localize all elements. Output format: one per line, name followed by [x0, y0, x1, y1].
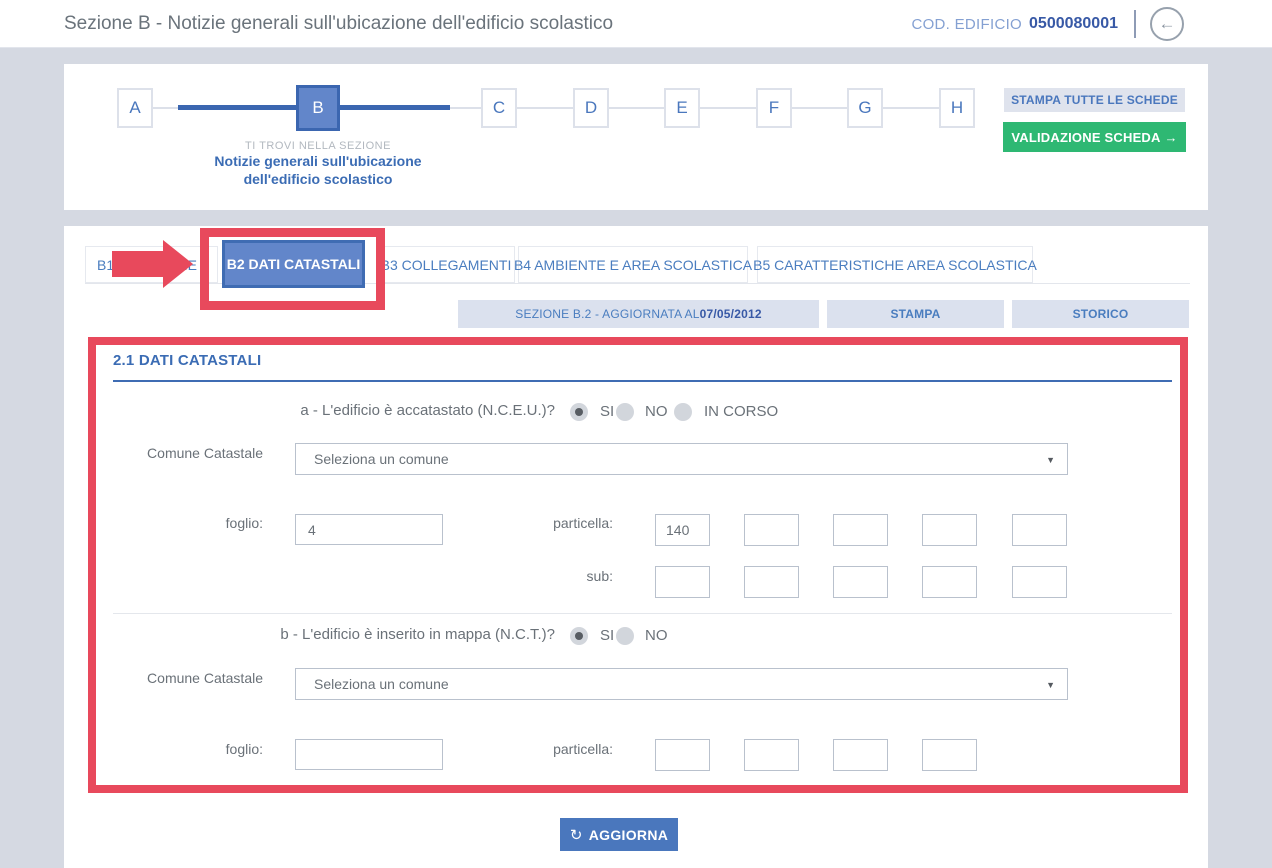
foglio-a-label: foglio:	[113, 515, 263, 531]
particella-a-input-5[interactable]	[1012, 514, 1067, 546]
stepper-section-title-line2: dell'edificio scolastico	[244, 171, 393, 187]
tab-b1-label-start: B1	[97, 257, 114, 273]
step-g[interactable]: G	[847, 88, 883, 128]
sub-input-5[interactable]	[1012, 566, 1067, 598]
tab-b1-label-end-fragment: NE	[178, 257, 197, 273]
radio-b-no-label: NO	[645, 627, 668, 644]
particella-b-input-4[interactable]	[922, 739, 977, 771]
form-section-title: 2.1 DATI CATASTALI	[113, 352, 261, 369]
particella-a-input-2[interactable]	[744, 514, 799, 546]
building-code-label: COD. EDIFICIO	[911, 16, 1022, 33]
radio-a-si[interactable]	[570, 403, 588, 421]
chevron-down-icon: ▼	[1046, 455, 1055, 465]
stepper-panel: A B C D E F G H TI TROVI NELLA SEZIONE N…	[64, 64, 1208, 210]
back-button[interactable]: ←	[1150, 7, 1184, 41]
particella-b-input-3[interactable]	[833, 739, 888, 771]
step-h[interactable]: H	[939, 88, 975, 128]
tab-b5-caratteristiche[interactable]: B5 CARATTERISTICHE AREA SCOLASTICA	[757, 246, 1033, 283]
vertical-divider	[1134, 10, 1136, 38]
radio-b-si[interactable]	[570, 627, 588, 645]
stepper-section-title-line1: Notizie generali sull'ubicazione	[214, 153, 421, 169]
section-updated-text: SEZIONE B.2 - AGGIORNATA AL	[515, 307, 699, 321]
particella-b-input-2[interactable]	[744, 739, 799, 771]
arrow-right-icon: →	[1164, 130, 1177, 145]
foglio-b-input[interactable]	[295, 739, 443, 770]
comune-b-selected-value: Seleziona un comune	[314, 676, 449, 692]
step-b[interactable]: B	[296, 85, 340, 131]
section-updated-button[interactable]: SEZIONE B.2 - AGGIORNATA AL 07/05/2012	[458, 300, 819, 328]
tab-b4-ambiente[interactable]: B4 AMBIENTE E AREA SCOLASTICA	[518, 246, 748, 283]
top-bar: Sezione B - Notizie generali sull'ubicaz…	[0, 0, 1272, 48]
particella-a-label: particella:	[440, 515, 613, 531]
radio-a-incorso[interactable]	[674, 403, 692, 421]
particella-a-input-4[interactable]	[922, 514, 977, 546]
back-arrow-icon: ←	[1159, 14, 1176, 33]
tab-b3-collegamenti[interactable]: B3 COLLEGAMENTI	[377, 246, 515, 283]
tab-b2-dati-catastali[interactable]: B2 DATI CATASTALI	[222, 240, 365, 288]
tab-b1[interactable]: B1 NE	[85, 246, 218, 283]
aggiorna-button[interactable]: ↻AGGIORNA	[560, 818, 678, 851]
step-a[interactable]: A	[117, 88, 153, 128]
page-title: Sezione B - Notizie generali sull'ubicaz…	[64, 0, 613, 48]
section-title-rule	[113, 380, 1172, 382]
step-c[interactable]: C	[481, 88, 517, 128]
building-code-area: COD. EDIFICIO 0500080001 ←	[911, 0, 1184, 48]
section-updated-date: 07/05/2012	[700, 307, 762, 321]
sub-label: sub:	[440, 568, 613, 584]
step-e[interactable]: E	[664, 88, 700, 128]
particella-b-input-1[interactable]	[655, 739, 710, 771]
step-f[interactable]: F	[756, 88, 792, 128]
radio-a-no[interactable]	[616, 403, 634, 421]
sub-input-2[interactable]	[744, 566, 799, 598]
question-a-label: a - L'edificio è accatastato (N.C.E.U.)?	[113, 402, 555, 419]
question-b-label: b - L'edificio è inserito in mappa (N.C.…	[113, 626, 555, 643]
comune-catastale-a-select[interactable]: Seleziona un comune ▼	[295, 443, 1068, 475]
print-all-sheets-button[interactable]: STAMPA TUTTE LE SCHEDE	[1004, 88, 1185, 112]
comune-catastale-b-select[interactable]: Seleziona un comune ▼	[295, 668, 1068, 700]
content-panel: B1 NE B2 DATI CATASTALI B3 COLLEGAMENTI …	[64, 226, 1208, 868]
radio-a-no-label: NO	[645, 403, 668, 420]
row-divider	[113, 613, 1172, 614]
radio-a-incorso-label: IN CORSO	[704, 403, 778, 420]
particella-b-label: particella:	[440, 741, 613, 757]
particella-a-input-1[interactable]	[655, 514, 710, 546]
foglio-a-input[interactable]	[295, 514, 443, 545]
radio-b-si-label: SI	[600, 627, 614, 644]
chevron-down-icon: ▼	[1046, 680, 1055, 690]
particella-a-input-3[interactable]	[833, 514, 888, 546]
building-code-value: 0500080001	[1029, 15, 1118, 33]
sub-input-3[interactable]	[833, 566, 888, 598]
sub-input-1[interactable]	[655, 566, 710, 598]
stampa-button[interactable]: STAMPA	[827, 300, 1004, 328]
comune-a-selected-value: Seleziona un comune	[314, 451, 449, 467]
stepper-caption: TI TROVI NELLA SEZIONE	[245, 140, 391, 152]
validate-sheet-button[interactable]: VALIDAZIONE SCHEDA →	[1003, 122, 1186, 152]
refresh-icon: ↻	[570, 827, 583, 844]
radio-a-si-label: SI	[600, 403, 614, 420]
radio-b-no[interactable]	[616, 627, 634, 645]
page: Sezione B - Notizie generali sull'ubicaz…	[0, 0, 1272, 868]
storico-button[interactable]: STORICO	[1012, 300, 1189, 328]
comune-catastale-b-label: Comune Catastale	[113, 670, 263, 686]
foglio-b-label: foglio:	[113, 741, 263, 757]
sub-input-4[interactable]	[922, 566, 977, 598]
step-d[interactable]: D	[573, 88, 609, 128]
comune-catastale-a-label: Comune Catastale	[113, 445, 263, 461]
